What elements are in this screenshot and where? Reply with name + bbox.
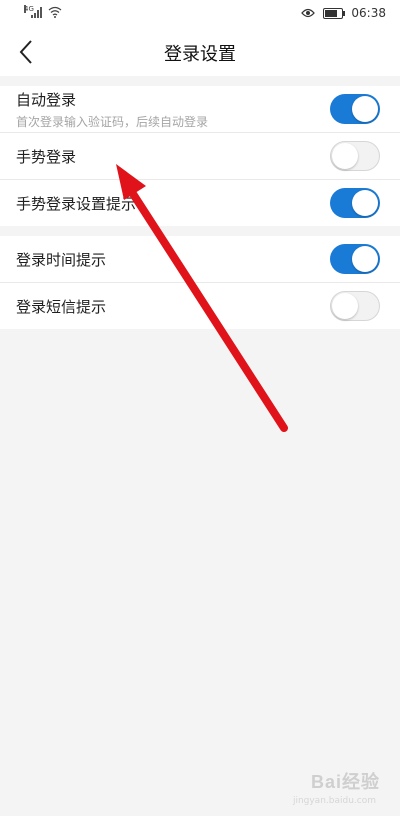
page-title: 登录设置 — [164, 44, 236, 65]
setting-label: 自动登录 — [16, 90, 77, 109]
network-label: 4G — [24, 5, 34, 13]
gesture-login-toggle[interactable] — [330, 141, 380, 171]
status-bar: 4G 06:38 — [0, 0, 400, 28]
battery-icon — [323, 7, 346, 19]
battery-level — [325, 9, 337, 17]
setting-row-auto-login: 自动登录 首次登录输入验证码，后续自动登录 — [0, 86, 400, 133]
auto-login-toggle[interactable] — [330, 94, 380, 124]
setting-row-gesture-tip: 手势登录设置提示 — [0, 180, 400, 226]
settings-group-login: 自动登录 首次登录输入验证码，后续自动登录 手势登录 手势登录设置提示 — [0, 86, 400, 226]
login-sms-toggle[interactable] — [330, 291, 380, 321]
setting-label: 登录短信提示 — [16, 297, 107, 316]
wifi-icon — [48, 6, 62, 18]
status-time: 06:38 — [351, 6, 386, 20]
setting-row-gesture-login: 手势登录 — [0, 133, 400, 180]
setting-label: 手势登录 — [16, 147, 77, 166]
watermark-logo: Bai经验 — [310, 772, 380, 792]
eye-icon — [301, 8, 316, 18]
setting-row-login-time: 登录时间提示 — [0, 236, 400, 283]
watermark-url: jingyan.baidu.com — [292, 796, 376, 806]
setting-subtitle: 首次登录输入验证码，后续自动登录 — [16, 114, 209, 129]
settings-group-notify: 登录时间提示 登录短信提示 — [0, 236, 400, 329]
nav-bar: 登录设置 — [0, 28, 400, 76]
setting-label: 登录时间提示 — [16, 250, 107, 269]
gesture-tip-toggle[interactable] — [330, 188, 380, 218]
setting-label: 手势登录设置提示 — [16, 194, 137, 213]
setting-row-login-sms: 登录短信提示 — [0, 283, 400, 329]
login-time-toggle[interactable] — [330, 244, 380, 274]
signal-icon: 4G — [24, 5, 42, 18]
